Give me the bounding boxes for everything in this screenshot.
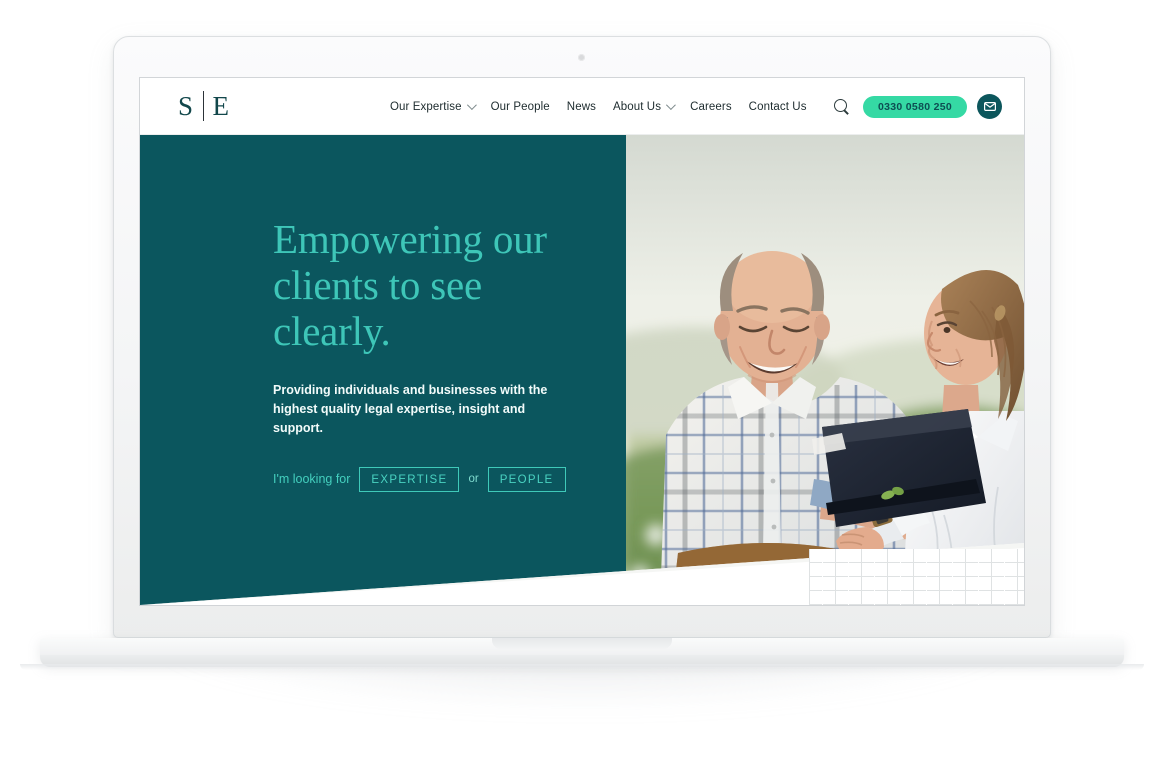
hero-title-line-2: clients to see bbox=[273, 261, 482, 308]
hero-title-line-1: Empowering our bbox=[273, 216, 547, 262]
search-icon[interactable] bbox=[831, 96, 853, 118]
nav-label-contact-us: Contact Us bbox=[748, 100, 807, 113]
screenshot-stage: S E Our Expertise Our People News About … bbox=[0, 0, 1164, 764]
nav-item-our-expertise[interactable]: Our Expertise bbox=[390, 100, 477, 113]
nav-item-contact-us[interactable]: Contact Us bbox=[749, 101, 807, 113]
logo-letter-s: S bbox=[178, 90, 194, 121]
webcam-dot-icon bbox=[578, 54, 585, 61]
email-button[interactable] bbox=[977, 94, 1002, 119]
envelope-icon bbox=[983, 102, 996, 111]
header-actions: 0330 0580 250 bbox=[831, 78, 1002, 135]
logo-divider-icon bbox=[202, 91, 204, 121]
laptop-trackpad-notch bbox=[492, 638, 672, 649]
nav-label-about-us: About Us bbox=[612, 100, 662, 113]
nav-item-our-people[interactable]: Our People bbox=[491, 101, 550, 113]
hero-section: Empowering our clients to see clearly. P… bbox=[140, 135, 1024, 605]
hero-photo-illustration bbox=[626, 135, 1024, 605]
hero-title-line-3: clearly. bbox=[273, 307, 391, 354]
people-button[interactable]: PEOPLE bbox=[487, 466, 566, 492]
phone-number-button[interactable]: 0330 0580 250 bbox=[863, 95, 967, 118]
chevron-down-icon bbox=[466, 100, 477, 111]
nav-item-careers[interactable]: Careers bbox=[690, 101, 732, 113]
cta-conjunction: or bbox=[468, 473, 479, 486]
hero-photo bbox=[626, 135, 1024, 605]
laptop-base-foot bbox=[20, 664, 1144, 670]
site-logo[interactable]: S E bbox=[178, 88, 230, 124]
laptop-screen: S E Our Expertise Our People News About … bbox=[140, 78, 1024, 605]
nav-item-about-us[interactable]: About Us bbox=[612, 100, 676, 113]
nav-label-our-people: Our People bbox=[490, 100, 550, 113]
hero-copy: Empowering our clients to see clearly. P… bbox=[273, 216, 593, 492]
nav-label-news: News bbox=[566, 100, 596, 113]
chevron-down-icon bbox=[666, 100, 676, 111]
expertise-button[interactable]: EXPERTISE bbox=[359, 466, 460, 492]
cta-prompt-label: I'm looking for bbox=[273, 472, 351, 487]
main-navigation: Our Expertise Our People News About Us C… bbox=[390, 78, 807, 135]
hero-cta-row: I'm looking for EXPERTISE or PEOPLE bbox=[273, 466, 593, 492]
nav-label-our-expertise: Our Expertise bbox=[390, 100, 462, 113]
nav-item-news[interactable]: News bbox=[567, 101, 596, 113]
site-header: S E Our Expertise Our People News About … bbox=[140, 78, 1024, 135]
hero-subtitle: Providing individuals and businesses wit… bbox=[273, 382, 548, 436]
nav-label-careers: Careers bbox=[690, 100, 732, 113]
logo-letter-e: E bbox=[212, 90, 230, 121]
hero-title: Empowering our clients to see clearly. bbox=[273, 216, 593, 355]
